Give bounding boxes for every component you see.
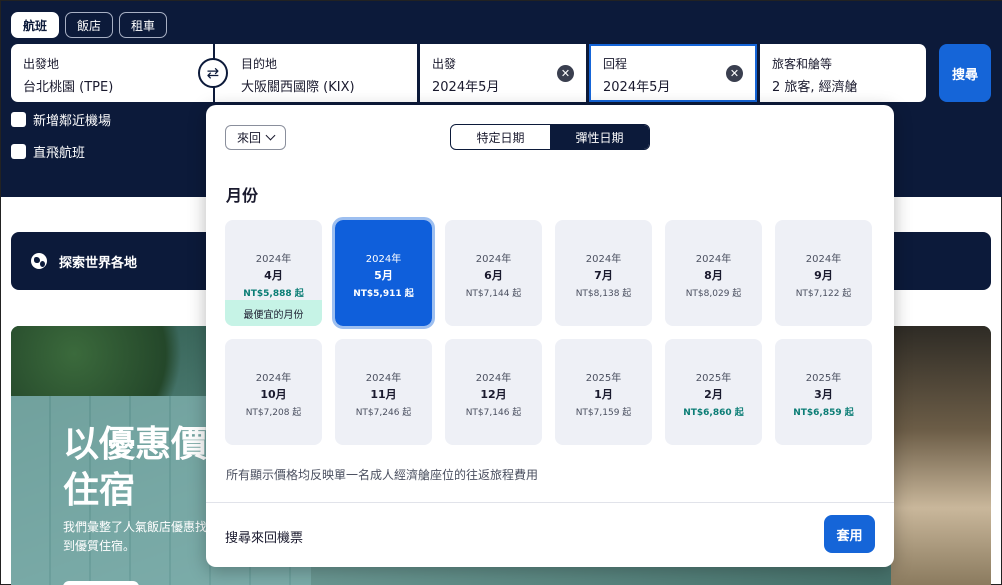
checkbox-box[interactable]: [11, 112, 26, 127]
passengers-label: 旅客和艙等: [772, 57, 833, 71]
tab-flights[interactable]: 航班: [11, 12, 60, 38]
footer-divider: [206, 502, 894, 503]
clear-return-icon[interactable]: ✕: [726, 65, 743, 82]
checkbox-box[interactable]: [11, 144, 26, 159]
nearby-airports-checkbox[interactable]: 新增鄰近機場: [11, 110, 111, 129]
month-price: NT$7,159 起: [575, 408, 632, 418]
month-label: 5月: [374, 269, 393, 282]
month-price: NT$7,122 起: [795, 289, 852, 299]
price-disclaimer: 所有顯示價格均反映單一名成人經濟艙座位的往返旅程費用: [226, 468, 539, 482]
month-price: NT$8,138 起: [575, 289, 632, 299]
search-roundtrip-link[interactable]: 搜尋來回機票: [225, 527, 303, 546]
nearby-airports-label: 新增鄰近機場: [33, 114, 112, 129]
month-year: 2024年: [255, 254, 292, 265]
destination-label: 目的地: [241, 57, 278, 71]
month-year: 2025年: [805, 373, 842, 384]
hero-subtitle: 我們彙整了人氣飯店優惠找到優質住宿。: [63, 520, 208, 553]
flexible-date-popup: 來回 特定日期 彈性日期 月份 2024年 4月 NT$5,888 起最便宜的月份 2…: [206, 105, 894, 567]
destination-field[interactable]: 目的地 大阪關西國際 (KIX): [215, 44, 417, 102]
direct-flights-checkbox[interactable]: 直飛航班: [11, 142, 85, 161]
apply-button[interactable]: 套用: [824, 515, 875, 553]
month-label: 8月: [704, 269, 723, 282]
trip-type-value: 來回: [237, 131, 262, 145]
flexible-dates-option[interactable]: 彈性日期: [550, 125, 649, 149]
month-year: 2025年: [585, 373, 622, 384]
origin-field[interactable]: 出發地 台北桃園 (TPE): [11, 44, 213, 102]
origin-value: 台北桃園 (TPE): [23, 80, 114, 95]
tab-hotels[interactable]: 飯店: [65, 12, 114, 38]
month-price: NT$7,144 起: [465, 289, 522, 299]
month-label: 9月: [814, 269, 833, 282]
destination-value: 大阪關西國際 (KIX): [241, 80, 355, 95]
specific-dates-option[interactable]: 特定日期: [451, 125, 550, 149]
clear-depart-icon[interactable]: ✕: [557, 65, 574, 82]
month-year: 2024年: [255, 373, 292, 384]
month-grid: 2024年 4月 NT$5,888 起最便宜的月份 2024年 5月 NT$5,911 起…: [225, 217, 872, 445]
product-tabs: 航班 飯店 租車: [11, 12, 168, 38]
month-price: NT$5,911 起: [353, 289, 414, 299]
month-cell[interactable]: 2024年 11月 NT$7,246 起: [335, 339, 432, 445]
month-cell[interactable]: 2024年 12月 NT$7,146 起: [445, 339, 542, 445]
month-label: 11月: [370, 388, 397, 401]
depart-value: 2024年5月: [432, 80, 500, 95]
month-year: 2024年: [475, 373, 512, 384]
hero-title: 以優惠價住宿: [63, 424, 208, 511]
month-price: NT$6,860 起: [683, 408, 744, 418]
month-label: 2月: [704, 388, 723, 401]
month-label: 7月: [594, 269, 613, 282]
month-price: NT$5,888 起: [243, 289, 304, 299]
month-label: 1月: [594, 388, 613, 401]
passengers-field[interactable]: 旅客和艙等 2 旅客, 經濟艙: [760, 44, 926, 102]
date-mode-toggle: 特定日期 彈性日期: [450, 124, 650, 150]
explore-label: 探索世界各地: [59, 255, 138, 271]
month-year: 2024年: [475, 254, 512, 265]
hero-foliage: [11, 326, 221, 396]
month-cell[interactable]: 2024年 8月 NT$8,029 起: [665, 220, 762, 326]
month-cell[interactable]: 2024年 6月 NT$7,144 起: [445, 220, 542, 326]
month-label: 10月: [260, 388, 287, 401]
hero-cta-button[interactable]: [63, 581, 139, 585]
month-year: 2024年: [805, 254, 842, 265]
month-label: 4月: [264, 269, 283, 282]
return-value: 2024年5月: [603, 80, 671, 95]
search-button[interactable]: 搜尋: [939, 44, 991, 102]
direct-flights-label: 直飛航班: [33, 146, 86, 161]
month-price: NT$7,246 起: [355, 408, 412, 418]
month-cell[interactable]: 2025年 3月 NT$6,859 起: [775, 339, 872, 445]
month-cell[interactable]: 2024年 5月 NT$5,911 起: [332, 217, 435, 329]
month-cell[interactable]: 2025年 1月 NT$7,159 起: [555, 339, 652, 445]
month-year: 2024年: [365, 373, 402, 384]
months-heading: 月份: [226, 186, 259, 205]
tab-car-rental[interactable]: 租車: [119, 12, 168, 38]
trip-type-select[interactable]: 來回: [225, 125, 286, 150]
month-price: NT$7,146 起: [465, 408, 522, 418]
month-label: 6月: [484, 269, 503, 282]
month-cell[interactable]: 2024年 10月 NT$7,208 起: [225, 339, 322, 445]
month-cell[interactable]: 2024年 7月 NT$8,138 起: [555, 220, 652, 326]
month-year: 2025年: [695, 373, 732, 384]
cheapest-month-badge: 最便宜的月份: [225, 300, 322, 326]
origin-label: 出發地: [23, 57, 60, 71]
month-price: NT$7,208 起: [245, 408, 302, 418]
return-label: 回程: [603, 57, 628, 71]
month-year: 2024年: [585, 254, 622, 265]
month-cell[interactable]: 2024年 4月 NT$5,888 起最便宜的月份: [225, 220, 322, 326]
chevron-down-icon: [265, 130, 276, 141]
globe-icon: [31, 253, 47, 269]
month-cell[interactable]: 2025年 2月 NT$6,860 起: [665, 339, 762, 445]
month-year: 2024年: [365, 254, 402, 265]
passengers-value: 2 旅客, 經濟艙: [772, 80, 858, 95]
hero-lounge: [891, 326, 991, 585]
month-price: NT$6,859 起: [793, 408, 854, 418]
month-cell[interactable]: 2024年 9月 NT$7,122 起: [775, 220, 872, 326]
month-label: 3月: [814, 388, 833, 401]
month-label: 12月: [480, 388, 507, 401]
month-year: 2024年: [695, 254, 732, 265]
swap-icon[interactable]: ⇄: [198, 58, 228, 88]
depart-label: 出發: [432, 57, 457, 71]
month-price: NT$8,029 起: [685, 289, 742, 299]
